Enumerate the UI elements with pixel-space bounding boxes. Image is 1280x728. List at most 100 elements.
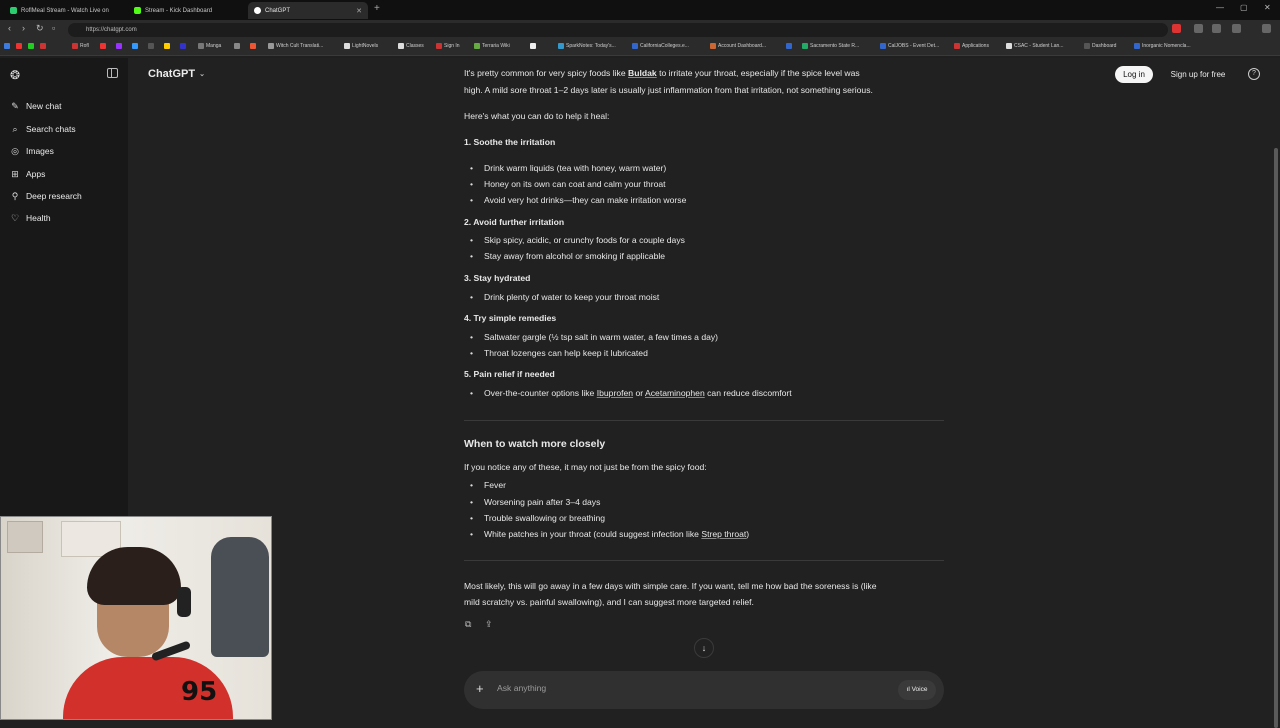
- bookmark-csac[interactable]: CSAC - Student Lan...: [1006, 43, 1063, 49]
- bookmark-icon[interactable]: [148, 43, 154, 49]
- strep-throat-link[interactable]: Strep throat: [701, 529, 746, 539]
- sidebar-item-label: Health: [26, 213, 51, 223]
- list-item: Drink warm liquids (tea with honey, warm…: [470, 160, 666, 177]
- bookmark-icon[interactable]: [40, 43, 46, 49]
- tab-title: ChatGPT: [265, 7, 291, 14]
- bookmark-californiacolleges[interactable]: CaliforniaColleges.e...: [632, 43, 689, 49]
- copy-icon[interactable]: ⧉: [465, 616, 471, 632]
- list-item: Fever: [470, 477, 506, 494]
- sidebar-item-label: Deep research: [26, 191, 82, 201]
- bookmark-dashboard[interactable]: Dashboard: [1084, 43, 1116, 49]
- intro-line-2: high. A mild sore throat 1–2 days later …: [464, 85, 873, 95]
- bookmark-applications[interactable]: Applications: [954, 43, 989, 49]
- download-icon[interactable]: [1212, 24, 1221, 33]
- plus-icon[interactable]: +: [476, 681, 484, 696]
- list-item: Trouble swallowing or breathing: [470, 510, 605, 527]
- chatgpt-icon: [254, 7, 261, 14]
- scrollbar[interactable]: [1274, 148, 1278, 728]
- menu-icon[interactable]: [1262, 24, 1271, 33]
- scroll-down-button[interactable]: ↓: [694, 638, 714, 658]
- bookmark-witch-cult[interactable]: Witch Cult Translati...: [268, 43, 323, 49]
- section-heading: 4. Try simple remedies: [464, 313, 557, 323]
- sidebar-toggle-icon[interactable]: [107, 68, 118, 78]
- bookmark-icon[interactable]: [234, 43, 240, 49]
- home-icon[interactable]: ▫: [52, 23, 55, 33]
- new-tab-icon[interactable]: +: [374, 3, 380, 14]
- login-button[interactable]: Log in: [1115, 66, 1153, 83]
- section-heading: 2. Avoid further irritation: [464, 217, 565, 227]
- address-bar-row: ‹ › ↻ ▫ https://chatgpt.com: [0, 20, 1280, 40]
- apps-icon: ⊞: [11, 169, 19, 179]
- bookmark-inorganic[interactable]: Inorganic Nomencla...: [1134, 43, 1191, 49]
- webcam-overlay: 95: [0, 516, 272, 720]
- model-name: ChatGPT: [148, 68, 196, 80]
- headset: [177, 587, 191, 617]
- bookmark-icon[interactable]: [164, 43, 170, 49]
- message-input[interactable]: Ask anything: [497, 683, 546, 693]
- sidebar-item-deep-research[interactable]: ⚲ Deep research: [10, 188, 82, 204]
- forward-icon[interactable]: ›: [22, 23, 25, 33]
- bookmark-terraria[interactable]: Terraria Wiki: [474, 43, 510, 49]
- back-icon[interactable]: ‹: [8, 23, 11, 33]
- bookmark-sign-in[interactable]: Sign In: [436, 43, 460, 49]
- voice-button[interactable]: ıl Voice: [898, 680, 936, 700]
- bookmark-icon[interactable]: [786, 43, 792, 49]
- bookmarks-bar: Rofl Manga Witch Cult Translati... Light…: [0, 40, 1280, 56]
- main-panel: ChatGPT ⌄ Log in Sign up for free ? It's…: [128, 58, 1280, 728]
- extensions-icon[interactable]: [1194, 24, 1203, 33]
- tab-roflmeal[interactable]: RoflMeal Stream - Watch Live on: [4, 2, 122, 19]
- bookmark-lightnovels[interactable]: LightNovels: [344, 43, 378, 49]
- bookmark-icon[interactable]: [16, 43, 22, 49]
- composer[interactable]: + Ask anything ıl Voice: [464, 671, 944, 709]
- watch-heading: When to watch more closely: [464, 438, 606, 450]
- close-icon[interactable]: ✕: [356, 7, 362, 15]
- sidebar-item-search-chats[interactable]: ⌕ Search chats: [10, 121, 76, 137]
- list-item: Throat lozenges can help keep it lubrica…: [470, 345, 648, 362]
- bookmark-icon[interactable]: [180, 43, 186, 49]
- kick-icon: [10, 7, 17, 14]
- bookmark-rofl[interactable]: Rofl: [72, 43, 89, 49]
- brave-shield-icon[interactable]: [1172, 24, 1181, 33]
- model-selector[interactable]: ChatGPT ⌄: [148, 68, 205, 80]
- reload-icon[interactable]: ↻: [36, 23, 44, 34]
- bookmark-classes[interactable]: Classes: [398, 43, 424, 49]
- bookmark-icon[interactable]: [530, 43, 536, 49]
- section-heading: 1. Soothe the irritation: [464, 137, 556, 147]
- bookmark-icon[interactable]: [100, 43, 106, 49]
- list-item: Over-the-counter options like Ibuprofen …: [470, 385, 792, 402]
- bookmark-icon[interactable]: [4, 43, 10, 49]
- bookmark-icon[interactable]: [250, 43, 256, 49]
- url-field[interactable]: https://chatgpt.com: [68, 23, 1168, 37]
- minimize-icon[interactable]: —: [1216, 3, 1224, 12]
- bookmark-icon[interactable]: [116, 43, 122, 49]
- acetaminophen-link[interactable]: Acetaminophen: [645, 388, 705, 398]
- telescope-icon: ⚲: [11, 191, 19, 201]
- sidebar-item-apps[interactable]: ⊞ Apps: [10, 166, 45, 182]
- bookmark-caljobs[interactable]: CalJOBS - Event Det...: [880, 43, 939, 49]
- bookmark-sacramento-state[interactable]: Sacramento State R...: [802, 43, 859, 49]
- divider: [464, 420, 944, 421]
- share-icon[interactable]: ⇪: [485, 616, 493, 632]
- sidebar-item-label: Search chats: [26, 124, 76, 134]
- sidebar-item-health[interactable]: ♡ Health: [10, 210, 51, 226]
- signup-button[interactable]: Sign up for free: [1162, 66, 1234, 83]
- chatgpt-logo-icon[interactable]: ❂: [10, 68, 23, 82]
- buldak-link[interactable]: Buldak: [628, 68, 657, 78]
- bookmark-icon[interactable]: [28, 43, 34, 49]
- tab-kick-dashboard[interactable]: Stream - Kick Dashboard: [128, 2, 246, 19]
- bookmark-sparknotes[interactable]: SparkNotes: Today's...: [558, 43, 616, 49]
- maximize-icon[interactable]: ▢: [1240, 3, 1248, 12]
- sidebar-item-new-chat[interactable]: ✎ New chat: [10, 98, 61, 114]
- watch-intro: If you notice any of these, it may not j…: [464, 462, 707, 472]
- window-close-icon[interactable]: ✕: [1264, 3, 1271, 12]
- ibuprofen-link[interactable]: Ibuprofen: [597, 388, 633, 398]
- bookmark-manga[interactable]: Manga: [198, 43, 221, 49]
- list-item: Drink plenty of water to keep your throa…: [470, 289, 659, 306]
- bookmark-icon[interactable]: [132, 43, 138, 49]
- tab-chatgpt[interactable]: ChatGPT ✕: [248, 2, 368, 19]
- shirt-number: 95: [181, 677, 218, 707]
- sidebar-item-images[interactable]: ◎ Images: [10, 143, 54, 159]
- bookmark-account-dashboard[interactable]: Account Dashboard...: [710, 43, 766, 49]
- sidebar-icon[interactable]: [1232, 24, 1241, 33]
- help-icon[interactable]: ?: [1248, 68, 1260, 80]
